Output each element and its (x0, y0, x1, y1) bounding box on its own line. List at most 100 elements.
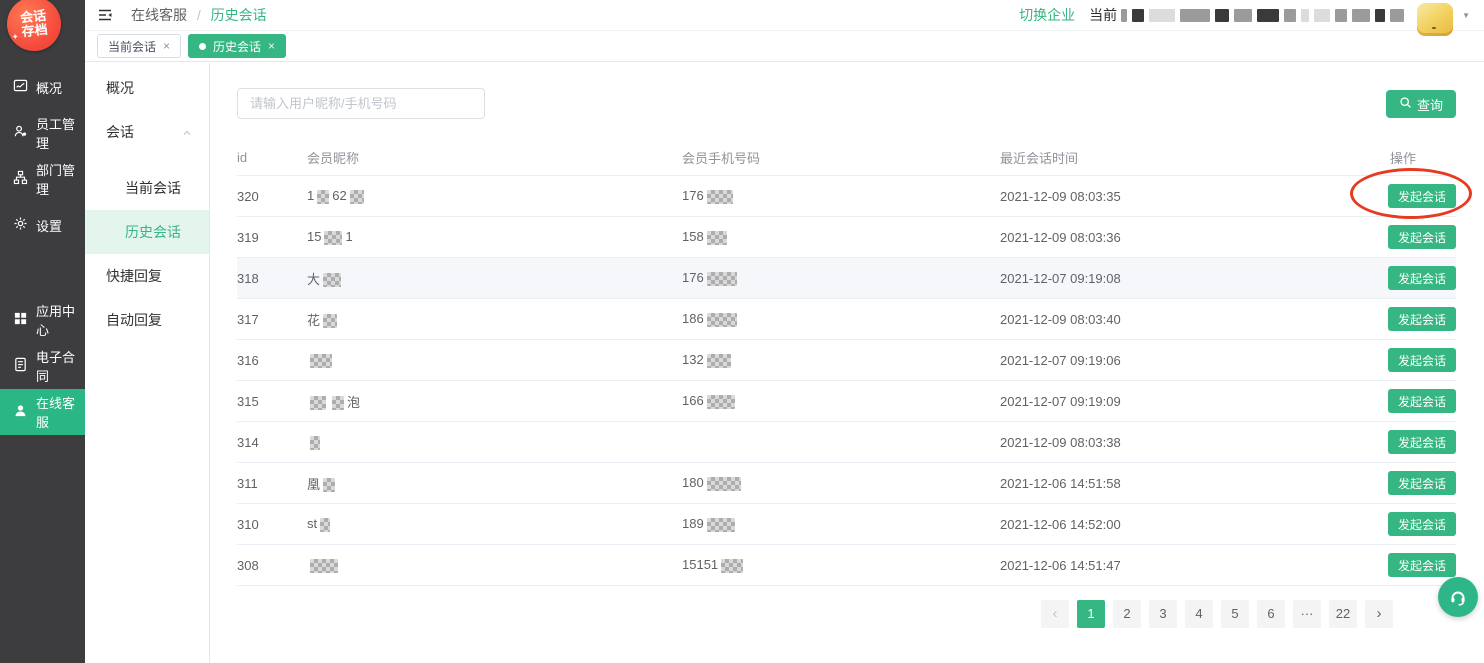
menu-fold-icon[interactable] (97, 7, 113, 23)
close-icon[interactable]: × (268, 39, 275, 53)
sidebar-item-2[interactable]: 员工管理 (0, 110, 85, 156)
start-session-button[interactable]: 发起会话 (1388, 307, 1456, 331)
chevron-up-icon[interactable] (181, 126, 193, 142)
switch-company-link[interactable]: 切换企业 (1019, 5, 1075, 25)
prev-page-button[interactable]: ‹ (1041, 600, 1069, 628)
cell-text: 大 (307, 272, 320, 287)
sidebar-item-label: 在线客服 (36, 393, 85, 431)
redacted-text (707, 313, 737, 327)
start-session-button[interactable]: 发起会话 (1388, 266, 1456, 290)
cell-last-session-time: 2021-12-09 08:03:36 (1000, 230, 1320, 245)
breadcrumb-root[interactable]: 在线客服 (131, 7, 187, 23)
pagination: ‹ 123456 ··· 22 › (237, 600, 1456, 628)
redacted-text (707, 190, 733, 204)
start-session-button[interactable]: 发起会话 (1388, 184, 1456, 208)
cell-phone: 158 (682, 229, 1000, 245)
table-row[interactable]: 317花1862021-12-09 08:03:40发起会话 (237, 299, 1456, 340)
table-row[interactable]: 318大1762021-12-07 09:19:08发起会话 (237, 258, 1456, 299)
user-menu-caret-icon[interactable]: ▼ (1462, 11, 1470, 20)
page-button-22[interactable]: 22 (1329, 600, 1357, 628)
cell-phone: 166 (682, 393, 1000, 409)
column-header-3: 会员手机号码 (682, 148, 1000, 167)
next-page-button[interactable]: › (1365, 600, 1393, 628)
page-button-3[interactable]: 3 (1149, 600, 1177, 628)
cell-text: 158 (682, 229, 704, 244)
redacted-text (1301, 9, 1309, 22)
cell-text: 176 (682, 270, 704, 285)
cell-text: st (307, 516, 317, 531)
table-row[interactable]: 3191511582021-12-09 08:03:36发起会话 (237, 217, 1456, 258)
redacted-text (1121, 9, 1127, 22)
sidebar-item-3[interactable]: 部门管理 (0, 156, 85, 202)
cell-nickname (307, 557, 682, 573)
sidebar-item-7[interactable]: 在线客服 (0, 389, 85, 435)
table-row[interactable]: 315泡1662021-12-07 09:19:09发起会话 (237, 381, 1456, 422)
start-session-button[interactable]: 发起会话 (1388, 512, 1456, 536)
table-header-row: id会员昵称会员手机号码最近会话时间操作 (237, 140, 1456, 176)
page-ellipsis[interactable]: ··· (1293, 600, 1321, 628)
page-button-6[interactable]: 6 (1257, 600, 1285, 628)
redacted-text (310, 559, 338, 573)
table-row[interactable]: 3142021-12-09 08:03:38发起会话 (237, 422, 1456, 463)
search-input[interactable] (237, 88, 485, 119)
sidebar-item-label: 设置 (36, 216, 62, 235)
submenu-item-6[interactable]: 自动回复 (85, 298, 209, 342)
page-button-4[interactable]: 4 (1185, 600, 1213, 628)
cell-text: 凰 (307, 477, 320, 492)
redacted-text (707, 231, 727, 245)
table-row[interactable]: 3161322021-12-07 09:19:06发起会话 (237, 340, 1456, 381)
redacted-text (1390, 9, 1404, 22)
table-row[interactable]: 308151512021-12-06 14:51:47发起会话 (237, 545, 1456, 586)
submenu-item-3[interactable]: 当前会话 (85, 166, 209, 210)
sidebar-item-4[interactable]: 设置 (0, 202, 85, 248)
submenu-item-label: 会话 (106, 122, 134, 142)
start-session-button[interactable]: 发起会话 (1388, 471, 1456, 495)
start-session-button[interactable]: 发起会话 (1388, 553, 1456, 577)
tab-1[interactable]: 当前会话× (97, 34, 181, 58)
breadcrumb-current: 历史会话 (211, 7, 267, 23)
submenu-item-2[interactable]: 会话 (85, 110, 209, 154)
table-row[interactable]: 311凰1802021-12-06 14:51:58发起会话 (237, 463, 1456, 504)
start-session-button[interactable]: 发起会话 (1388, 389, 1456, 413)
query-button-label: 查询 (1417, 95, 1443, 114)
current-company-label: 当前 (1089, 5, 1117, 25)
close-icon[interactable]: × (163, 39, 170, 53)
cell-last-session-time: 2021-12-06 14:51:58 (1000, 476, 1320, 491)
settings-icon (13, 216, 28, 234)
redacted-text (1352, 9, 1370, 22)
cell-text: 泡 (347, 395, 360, 410)
search-icon (1399, 96, 1412, 112)
sidebar-item-1[interactable]: 概况 (0, 64, 85, 110)
cell-id: 317 (237, 312, 307, 327)
start-session-button[interactable]: 发起会话 (1388, 225, 1456, 249)
start-session-button[interactable]: 发起会话 (1388, 430, 1456, 454)
submenu-item-5[interactable]: 快捷回复 (85, 254, 209, 298)
cell-last-session-time: 2021-12-09 08:03:35 (1000, 189, 1320, 204)
sidebar-item-5[interactable]: 应用中心 (0, 297, 85, 343)
table-row[interactable]: 3201621762021-12-09 08:03:35发起会话 (237, 176, 1456, 217)
table-row[interactable]: 310st1892021-12-06 14:52:00发起会话 (237, 504, 1456, 545)
sidebar-item-6[interactable]: 电子合同 (0, 343, 85, 389)
redacted-text (317, 190, 329, 204)
page-button-2[interactable]: 2 (1113, 600, 1141, 628)
cell-last-session-time: 2021-12-07 09:19:08 (1000, 271, 1320, 286)
cell-text: 花 (307, 313, 320, 328)
tab-label: 历史会话 (213, 38, 261, 55)
submenu-item-4[interactable]: 历史会话 (85, 210, 209, 254)
contract-icon (13, 357, 28, 375)
cell-phone: 176 (682, 188, 1000, 204)
tab-2[interactable]: 历史会话 × (188, 34, 286, 58)
sidebar-item-label: 电子合同 (36, 347, 85, 385)
query-button[interactable]: 查询 (1386, 90, 1456, 118)
start-session-button[interactable]: 发起会话 (1388, 348, 1456, 372)
cell-text: 176 (682, 188, 704, 203)
page-button-5[interactable]: 5 (1221, 600, 1249, 628)
headset-icon[interactable] (1438, 577, 1478, 617)
column-header-2: 会员昵称 (307, 148, 682, 167)
apps-icon (13, 311, 28, 329)
page-button-1[interactable]: 1 (1077, 600, 1105, 628)
cell-id: 319 (237, 230, 307, 245)
user-avatar[interactable] (1417, 3, 1453, 36)
cell-last-session-time: 2021-12-09 08:03:40 (1000, 312, 1320, 327)
submenu-item-1[interactable]: 概况 (85, 66, 209, 110)
